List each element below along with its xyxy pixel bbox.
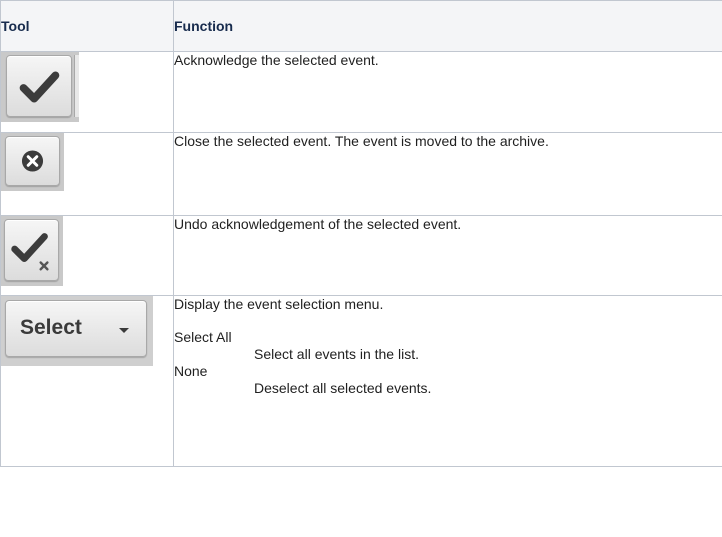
table-row: Close the selected event. The event is m…	[0, 132, 722, 216]
table-header-row: Tool Function	[0, 0, 722, 52]
close-x-circle-icon	[21, 150, 44, 172]
function-text: Undo acknowledgement of the selected eve…	[174, 216, 462, 232]
select-button-label: Select	[20, 316, 82, 339]
tools-table: Tool Function Acknowledge the selected e…	[0, 0, 722, 467]
close-button-image	[1, 133, 64, 191]
chevron-down-icon	[119, 328, 129, 333]
function-text: Close the selected event. The event is m…	[174, 133, 549, 149]
tool-cell	[0, 132, 174, 216]
function-cell: Close the selected event. The event is m…	[173, 132, 722, 216]
header-function: Function	[173, 0, 722, 52]
function-cell: Acknowledge the selected event.	[173, 51, 722, 133]
undo-acknowledge-button-image	[1, 216, 63, 286]
tool-cell: Select	[0, 295, 174, 467]
function-cell: Display the event selection menu. Select…	[173, 295, 722, 467]
menu-desc-select-all: Select all events in the list.	[254, 346, 419, 362]
acknowledge-button-image	[1, 52, 79, 122]
tool-cell	[0, 215, 174, 296]
table-row: Undo acknowledgement of the selected eve…	[0, 215, 722, 296]
menu-desc-none: Deselect all selected events.	[254, 380, 432, 396]
select-button-image: Select	[1, 296, 153, 366]
function-cell: Undo acknowledgement of the selected eve…	[173, 215, 722, 296]
function-text: Acknowledge the selected event.	[174, 52, 379, 68]
table-row: Select Display the event selection menu.…	[0, 295, 722, 467]
page: Tool Function Acknowledge the selected e…	[0, 0, 722, 537]
acknowledge-check-icon	[19, 71, 60, 103]
tool-cell	[0, 51, 174, 133]
header-tool: Tool	[0, 0, 174, 52]
table-row: Acknowledge the selected event.	[0, 51, 722, 133]
menu-term-none: None	[174, 363, 208, 379]
menu-term-select-all: Select All	[174, 329, 232, 345]
undo-acknowledge-icon	[11, 233, 49, 271]
function-text: Display the event selection menu.	[174, 296, 384, 312]
